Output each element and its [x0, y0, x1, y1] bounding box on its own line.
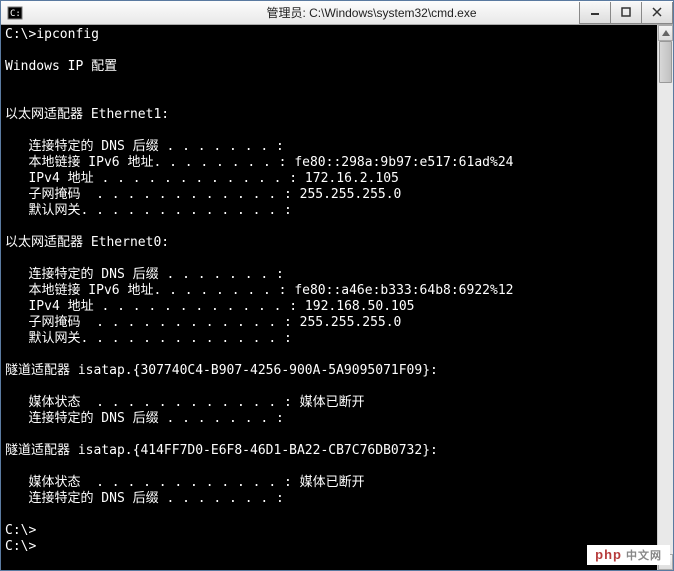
vertical-scrollbar[interactable]: [657, 25, 673, 570]
maximize-button[interactable]: [610, 2, 642, 24]
titlebar[interactable]: C: 管理员: C:\Windows\system32\cmd.exe: [1, 1, 673, 25]
scrollbar-track[interactable]: [658, 41, 673, 554]
titlebar-left: C:: [7, 5, 23, 21]
cmd-icon: C:: [7, 5, 23, 21]
watermark-text: php: [595, 547, 622, 562]
cmd-window: C: 管理员: C:\Windows\system32\cmd.exe C:\>…: [0, 0, 674, 571]
window-controls: [580, 2, 673, 24]
close-button[interactable]: [641, 2, 673, 24]
svg-text:C:: C:: [10, 9, 21, 19]
window-title: 管理员: C:\Windows\system32\cmd.exe: [266, 4, 476, 21]
scroll-up-button[interactable]: [658, 25, 673, 41]
terminal-output[interactable]: C:\>ipconfig Windows IP 配置 以太网适配器 Ethern…: [1, 25, 673, 570]
watermark: php 中文网: [587, 545, 670, 565]
minimize-button[interactable]: [579, 2, 611, 24]
watermark-cn: 中文网: [626, 550, 662, 562]
scrollbar-thumb[interactable]: [659, 41, 672, 83]
